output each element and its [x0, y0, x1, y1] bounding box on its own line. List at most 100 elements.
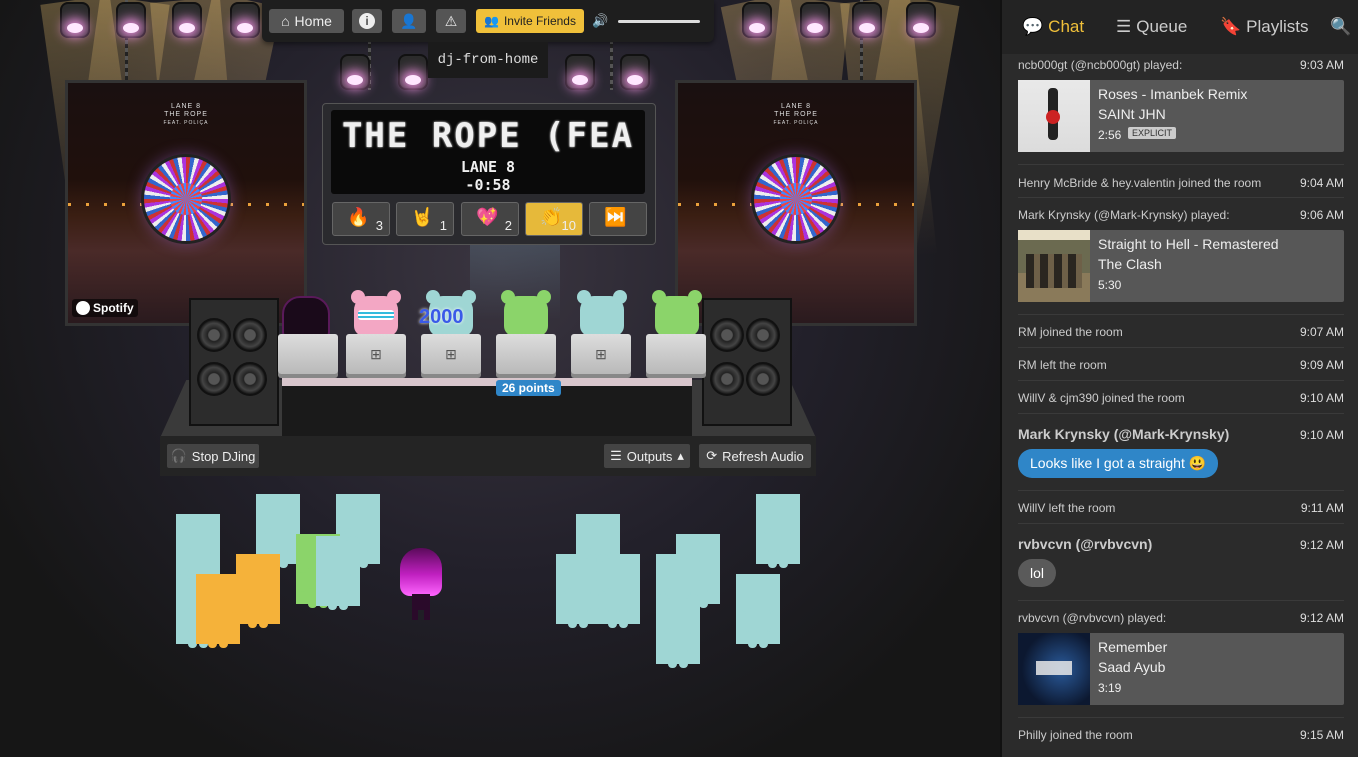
dj-avatar[interactable] — [577, 290, 627, 336]
left-speaker — [189, 298, 279, 426]
dj-avatar[interactable] — [501, 290, 551, 336]
track-card[interactable]: Remember Saad Ayub 3:19 — [1018, 633, 1344, 705]
track-card[interactable]: Straight to Hell - Remastered The Clash … — [1018, 230, 1344, 302]
caret-up-icon: ▴ — [677, 448, 684, 463]
right-speaker — [702, 298, 792, 426]
stage-spotlight — [620, 54, 650, 90]
played-header-text: Mark Krynsky (@Mark-Krynsky) played: — [1018, 208, 1230, 222]
dj-avatar-ear — [501, 290, 515, 304]
dj-avatar[interactable]: 2000 — [419, 290, 476, 336]
sidebar: 💬 Chat ☰ Queue 🔖 Playlists 🔍 ncb000gt (@… — [1000, 0, 1358, 757]
chat-bubble: lol — [1018, 559, 1057, 587]
timestamp: 9:10 AM — [1299, 428, 1344, 442]
dj-avatar[interactable] — [351, 290, 401, 336]
info-button[interactable]: i — [352, 9, 382, 33]
dj-avatar-ear — [577, 290, 591, 304]
skip-icon: ⏭️ — [604, 207, 627, 227]
points-badge: 26 points — [496, 380, 561, 396]
stop-djing-button[interactable]: 🎧 Stop DJing — [167, 444, 259, 468]
dj-avatar[interactable] — [652, 290, 702, 336]
message-author: rvbvcvn (@rvbvcvn) — [1018, 536, 1153, 552]
tab-playlists[interactable]: 🔖 Playlists — [1220, 17, 1309, 37]
spotify-badge[interactable]: Spotify — [72, 299, 138, 317]
report-button[interactable]: ⚠ — [436, 9, 466, 33]
timestamp: 9:10 AM — [1299, 391, 1344, 405]
windows-laptop-icon: ⊞ — [346, 334, 406, 374]
track-card[interactable]: Roses - Imanbek Remix SAINt JHN 2:56 EXP… — [1018, 80, 1344, 152]
shutter-shades-icon — [358, 310, 394, 320]
track-artist: SAINt JHN — [1098, 106, 1166, 122]
track-duration: 2:56 — [1098, 128, 1122, 142]
audience-bear-avatar[interactable] — [236, 554, 280, 628]
now-playing-marquee: THE ROPE (FEA LANE 8 -0:58 🔥 3 🤘 1 💖 2 👏… — [322, 103, 656, 245]
fire-reaction-button[interactable]: 🔥 3 — [332, 202, 390, 236]
stage-spotlight — [742, 2, 772, 38]
divider — [1018, 523, 1344, 524]
skip-reaction-button[interactable]: ⏭️ — [589, 202, 647, 236]
audience-bear-avatar[interactable] — [756, 494, 800, 568]
volume-icon[interactable]: 🔊 — [592, 13, 608, 29]
apple-laptop-icon — [496, 334, 556, 374]
right-album-screen: LANE 8 THE ROPE FEAT. POLIÇA — [675, 80, 917, 326]
divider — [1018, 314, 1344, 315]
refresh-audio-button[interactable]: ⟳ Refresh Audio — [699, 444, 811, 468]
album-art-wheel — [754, 157, 838, 241]
stage-spotlight — [172, 2, 202, 38]
played-header: ncb000gt (@ncb000gt) played: 9:03 AM — [1018, 58, 1344, 72]
tab-queue[interactable]: ☰ Queue — [1116, 17, 1187, 37]
stage-spotlight — [800, 2, 830, 38]
dj-avatar-ear — [652, 290, 666, 304]
apple-laptop-icon — [646, 334, 706, 374]
fire-icon: 🔥 — [347, 207, 370, 227]
search-button[interactable]: 🔍 — [1330, 17, 1351, 37]
tab-queue-label: Queue — [1136, 17, 1188, 36]
dj-stage: ⌂ Home i 👤 ⚠ 👥 Invite Friends 🔊 dj-from-… — [0, 0, 1000, 757]
user-settings-button[interactable]: 👤 — [392, 9, 426, 33]
user-cog-icon: 👤 — [400, 12, 418, 29]
track-title: Remember — [1098, 639, 1168, 655]
message-author: Mark Krynsky (@Mark-Krynsky) — [1018, 426, 1230, 442]
audience-bear-avatar[interactable] — [596, 554, 640, 628]
cover-people — [1026, 254, 1082, 288]
speaker-cone — [746, 318, 780, 352]
rock-on-reaction-button[interactable]: 🤘 1 — [396, 202, 454, 236]
stage-spotlight — [398, 54, 428, 90]
speaker-cone — [710, 362, 744, 396]
divider — [1018, 197, 1344, 198]
home-icon: ⌂ — [281, 13, 290, 29]
volume-slider[interactable] — [618, 20, 700, 23]
home-button[interactable]: ⌂ Home — [269, 9, 344, 33]
invite-friends-button[interactable]: 👥 Invite Friends — [476, 9, 584, 33]
heart-icon: 💖 — [476, 207, 499, 227]
audience-bear-avatar[interactable] — [656, 594, 700, 668]
track-cover-roses — [1018, 80, 1090, 152]
outputs-button[interactable]: ☰ Outputs ▴ — [604, 444, 690, 468]
divider — [1018, 490, 1344, 491]
reaction-count: 10 — [561, 218, 576, 233]
played-header-text: ncb000gt (@ncb000gt) played: — [1018, 58, 1183, 72]
audience-pink-avatar[interactable] — [400, 548, 442, 620]
timestamp: 9:12 AM — [1299, 611, 1344, 625]
clap-reaction-button[interactable]: 👏 10 — [525, 202, 583, 236]
windows-laptop-icon: ⊞ — [421, 334, 481, 374]
heart-reaction-button[interactable]: 💖 2 — [461, 202, 519, 236]
dj-avatar-ear — [426, 290, 440, 304]
event-row: Henry McBride & hey.valentin joined the … — [1018, 176, 1344, 190]
explicit-badge: EXPLICIT — [1128, 127, 1177, 139]
album-art-text: LANE 8 THE ROPE FEAT. POLIÇA — [68, 103, 304, 127]
audience-bear-avatar[interactable] — [736, 574, 780, 648]
audience-bear-avatar[interactable] — [556, 554, 600, 628]
dj-badge: 2000 — [419, 306, 464, 328]
cover-rose — [1046, 110, 1060, 124]
dj-avatar-ear — [688, 290, 702, 304]
timestamp: 9:11 AM — [1300, 501, 1344, 515]
audience-bear-avatar[interactable] — [196, 574, 240, 648]
event-text: Henry McBride & hey.valentin joined the … — [1018, 176, 1262, 190]
outputs-label: Outputs — [626, 448, 673, 464]
album-art-subtitle: FEAT. POLIÇA — [163, 120, 209, 126]
audience-bear-avatar[interactable] — [316, 536, 360, 610]
marquee-time-remaining: -0:58 — [465, 176, 511, 194]
sidebar-tabs: 💬 Chat ☰ Queue 🔖 Playlists 🔍 — [1002, 0, 1358, 54]
tab-chat[interactable]: 💬 Chat — [1022, 17, 1084, 37]
list-icon: ☰ — [610, 448, 622, 463]
